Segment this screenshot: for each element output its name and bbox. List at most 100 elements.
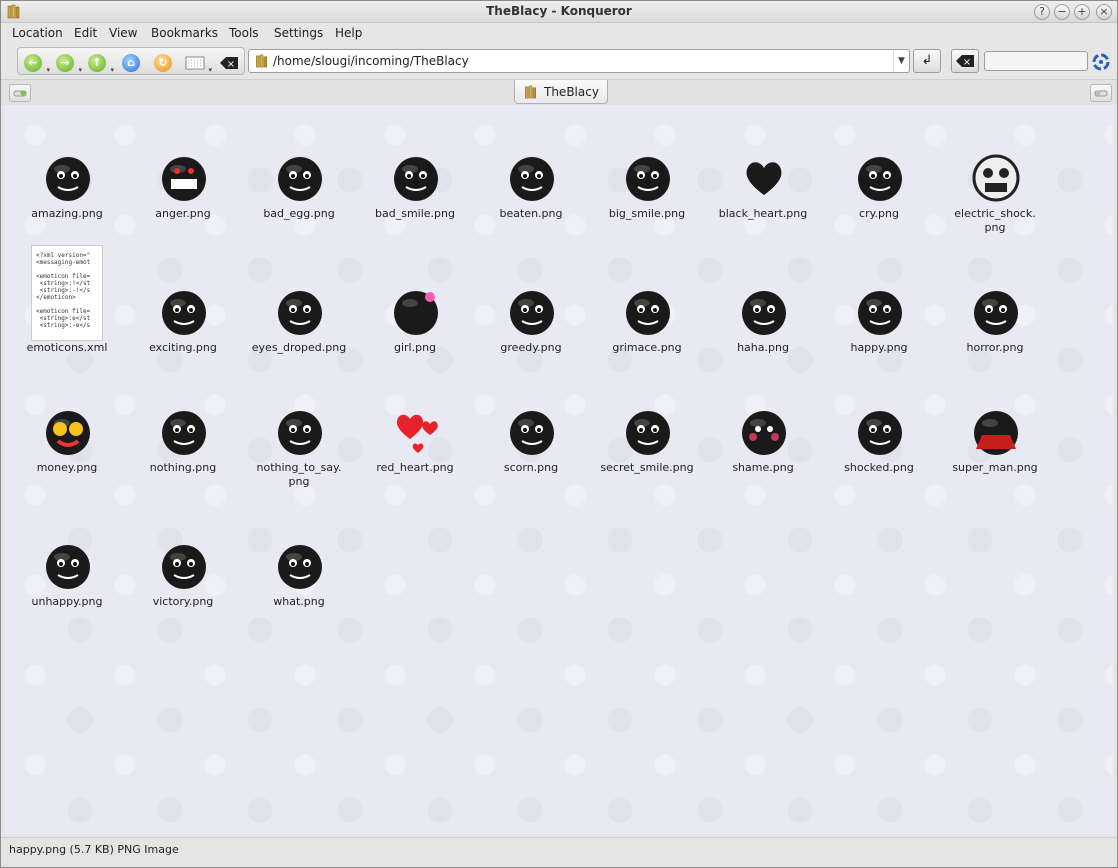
file-name-label: shocked.png [844,461,914,474]
clear-location-button[interactable]: × [218,52,240,74]
home-button[interactable]: ⌂ [120,52,142,74]
emoticon-icon [46,545,90,589]
clear-search-button[interactable]: × [951,49,979,73]
toolbar: ← ▾ → ▾ ↑ ▾ ⌂ ↻ ▾ × /home/slougi/incomin… [1,45,1117,77]
emoticon-icon [278,545,322,589]
file-name-label: secret_smile.png [600,461,694,474]
emoticon-icon [858,291,902,335]
file-name-label: girl.png [393,341,437,354]
file-name-label: cry.png [859,207,899,220]
minimize-button[interactable]: − [1054,4,1070,20]
file-name-label: what.png [273,595,325,608]
location-input[interactable] [273,53,883,69]
file-name-label: electric_shock. png [954,207,1036,234]
file-name-label: bad_smile.png [375,207,455,220]
close-tab-icon [1094,90,1108,97]
back-button[interactable]: ← ▾ [22,52,50,74]
forward-button[interactable]: → ▾ [54,52,82,74]
emoticon-icon [162,545,206,589]
file-icon-view[interactable]: <?xml version=" <messaging-emot <emotico… [5,105,1113,835]
menu-bar: Location Edit View Bookmarks Tools Setti… [1,23,1117,43]
up-button[interactable]: ↑ ▾ [86,52,114,74]
emoticon-icon [396,414,438,453]
xml-preview-thumbnail[interactable]: <?xml version=" <messaging-emot <emotico… [31,245,103,341]
enter-arrow-icon: ↲ [921,53,933,68]
folder-icon [256,54,267,68]
search-input[interactable] [985,52,1087,70]
emoticon-icon [746,162,782,195]
emoticon-icon [278,157,322,201]
file-name-label: emoticons.xml [26,341,108,354]
emoticon-icon [394,291,438,335]
close-tab-button[interactable] [1090,84,1112,102]
go-button[interactable]: ↲ [913,49,941,73]
svg-text:×: × [227,59,235,70]
clear-search-icon: × [956,55,974,68]
tab-theblacy[interactable]: TheBlacy [514,80,608,104]
emoticon-icon [46,411,90,455]
menu-edit[interactable]: Edit [74,26,97,40]
emoticon-icon [626,411,670,455]
file-name-label: anger.png [155,207,211,220]
grid-view-icon [185,56,205,70]
status-text: happy.png (5.7 KB) PNG Image [9,843,179,856]
emoticon-icon [162,291,206,335]
menu-settings[interactable]: Settings [274,26,323,40]
file-name-label: money.png [36,461,98,474]
emoticon-icon [974,291,1018,335]
emoticon-icon [626,291,670,335]
emoticon-icon [46,157,90,201]
file-name-label: big_smile.png [608,207,686,220]
emoticon-icon [162,411,206,455]
emoticon-icon [510,411,554,455]
tab-label: TheBlacy [544,85,599,99]
file-name-label: nothing_to_say. png [256,461,342,488]
menu-view[interactable]: View [109,26,137,40]
file-name-label: greedy.png [500,341,562,354]
search-provider-icon[interactable] [1091,52,1111,72]
emoticon-icon [162,157,206,201]
window-title: TheBlacy - Konqueror [486,4,632,18]
new-tab-icon [13,90,27,97]
emoticon-icon [742,291,786,335]
file-name-label: nothing.png [149,461,217,474]
close-button[interactable]: × [1096,4,1112,20]
view-mode-button[interactable]: ▾ [184,52,212,74]
file-name-label: amazing.png [31,207,103,220]
location-bar[interactable]: ▼ [248,49,910,73]
file-name-label: exciting.png [149,341,217,354]
emoticon-icon [394,157,438,201]
folder-icon [525,85,536,99]
emoticon-icon [858,157,902,201]
location-dropdown-icon[interactable]: ▼ [893,50,909,72]
tab-bar: TheBlacy [1,79,1117,105]
file-name-label: grimace.png [612,341,682,354]
new-tab-button[interactable] [9,84,31,102]
title-bar[interactable]: TheBlacy - Konqueror ? − + × [1,1,1117,23]
menu-help[interactable]: Help [335,26,362,40]
menu-location[interactable]: Location [12,26,63,40]
emoticon-icon [626,157,670,201]
file-name-label: victory.png [152,595,214,608]
file-name-label: shame.png [732,461,794,474]
emoticon-icon [742,411,786,455]
konqueror-window: TheBlacy - Konqueror ? − + × Location Ed… [0,0,1118,868]
file-name-label: super_man.png [952,461,1038,474]
reload-button[interactable]: ↻ [152,52,174,74]
menu-bookmarks[interactable]: Bookmarks [151,26,218,40]
file-name-label: horror.png [966,341,1024,354]
menu-tools[interactable]: Tools [229,26,259,40]
emoticon-icon [510,157,554,201]
help-button[interactable]: ? [1034,4,1050,20]
search-field[interactable] [984,51,1088,71]
maximize-button[interactable]: + [1074,4,1090,20]
file-name-label: bad_egg.png [263,207,335,220]
nav-button-group: ← ▾ → ▾ ↑ ▾ ⌂ ↻ ▾ × [17,47,245,75]
clear-location-icon: × [220,57,238,70]
file-name-label: black_heart.png [718,207,808,220]
file-name-label: haha.png [737,341,789,354]
file-name-label: scorn.png [503,461,559,474]
file-name-label: happy.png [850,341,908,354]
file-name-label: eyes_droped.png [251,341,347,354]
emoticon-icon [858,411,902,455]
